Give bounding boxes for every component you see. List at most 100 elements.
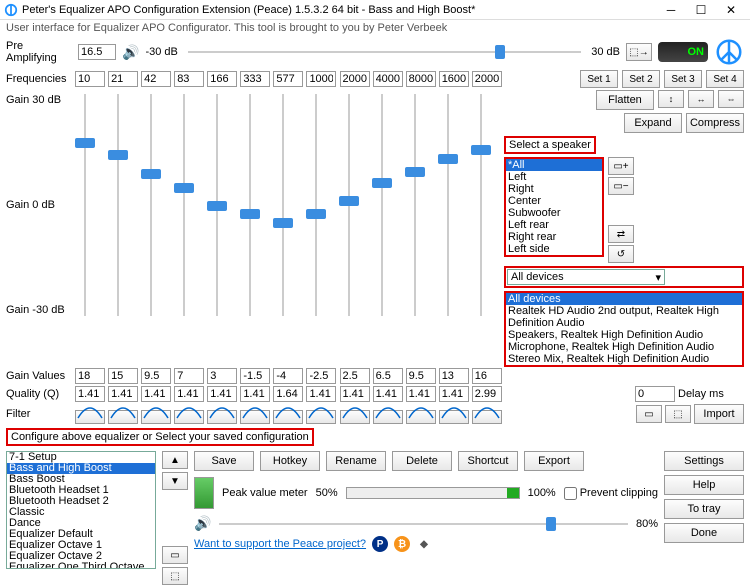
paypal-icon[interactable]: P [372,536,388,552]
filter-aux2-button[interactable]: ⬚ [665,405,691,423]
gain-input-3[interactable] [174,368,204,384]
speaker-icon[interactable]: 🔊 [122,44,139,61]
export-button[interactable]: Export [524,451,584,471]
speaker-swap-button[interactable]: ⇄ [608,225,634,243]
support-link[interactable]: Want to support the Peace project? [194,538,366,550]
eq-slider-8[interactable] [334,94,364,316]
ethereum-icon[interactable]: ◆ [416,536,432,552]
quality-input-3[interactable] [174,386,204,402]
quality-input-9[interactable] [373,386,403,402]
speaker-item[interactable]: Left rear [506,219,602,231]
shortcut-button[interactable]: Shortcut [458,451,518,471]
delete-button[interactable]: Delete [392,451,452,471]
device-dropdown[interactable]: All devices [507,269,665,285]
freq-input-0[interactable] [75,71,105,87]
device-item[interactable]: Stereo Mix, Realtek High Definition Audi… [506,353,742,365]
eq-slider-7[interactable] [301,94,331,316]
config-item[interactable]: Equalizer Default [7,529,155,540]
speaker-item[interactable]: *All [506,159,602,171]
gain-input-5[interactable] [240,368,270,384]
config-up-button[interactable]: ▲ [162,451,188,469]
eq-slider-0[interactable] [70,94,100,316]
quality-input-7[interactable] [306,386,336,402]
speaker-item[interactable]: Right rear [506,231,602,243]
minimize-button[interactable]: ─ [656,3,686,17]
rename-button[interactable]: Rename [326,451,386,471]
filter-button-4[interactable] [207,410,237,424]
vol-speaker-icon[interactable]: 🔊 [194,515,211,532]
speaker-add-button[interactable]: ▭+ [608,157,634,175]
eq-slider-4[interactable] [202,94,232,316]
flatten-button[interactable]: Flatten [596,90,654,110]
speaker-item[interactable]: Right [506,183,602,195]
quality-input-11[interactable] [439,386,469,402]
preamp-aux-button[interactable]: ⬚→ [626,43,652,61]
close-button[interactable]: ✕ [716,3,746,17]
speaker-item[interactable]: Subwoofer [506,207,602,219]
speaker-item[interactable]: Right side [506,255,602,257]
filter-button-11[interactable] [439,410,469,424]
speaker-item[interactable]: Left [506,171,602,183]
preamp-value[interactable] [78,44,116,60]
freq-input-5[interactable] [240,71,270,87]
speaker-item[interactable]: Left side [506,243,602,255]
speaker-list[interactable]: *AllLeftRightCenterSubwooferLeft rearRig… [504,157,604,257]
compress-button[interactable]: Compress [686,113,744,133]
filter-button-0[interactable] [75,410,105,424]
set1-button[interactable]: Set 1 [580,70,618,88]
freq-input-8[interactable] [340,71,370,87]
quality-input-5[interactable] [240,386,270,402]
filter-button-8[interactable] [340,410,370,424]
help-button[interactable]: Help [664,475,744,495]
speaker-reset-button[interactable]: ↺ [608,245,634,263]
shift-all-button[interactable]: ⇔ [718,90,744,108]
freq-input-4[interactable] [207,71,237,87]
quality-input-6[interactable] [273,386,303,402]
freq-input-2[interactable] [141,71,171,87]
freq-input-10[interactable] [406,71,436,87]
totray-button[interactable]: To tray [664,499,744,519]
config-aux2-button[interactable]: ⬚ [162,567,188,585]
speaker-del-button[interactable]: ▭− [608,177,634,195]
set4-button[interactable]: Set 4 [706,70,744,88]
quality-input-0[interactable] [75,386,105,402]
import-button[interactable]: Import [694,404,744,424]
config-aux1-button[interactable]: ▭ [162,546,188,564]
freq-input-7[interactable] [306,71,336,87]
config-list[interactable]: 7-1 SetupBass and High BoostBass BoostBl… [6,451,156,569]
eq-slider-2[interactable] [136,94,166,316]
filter-aux1-button[interactable]: ▭ [636,405,662,423]
gain-input-9[interactable] [373,368,403,384]
quality-input-1[interactable] [108,386,138,402]
device-item[interactable]: All devices [506,293,742,305]
quality-input-10[interactable] [406,386,436,402]
filter-button-1[interactable] [108,410,138,424]
quality-input-8[interactable] [340,386,370,402]
preamp-slider[interactable] [188,47,581,57]
gain-input-6[interactable] [273,368,303,384]
eq-slider-12[interactable] [466,94,496,316]
freq-input-11[interactable] [439,71,469,87]
device-item[interactable]: Realtek HD Audio 2nd output, Realtek Hig… [506,305,742,329]
config-item[interactable]: Equalizer One Third Octave [7,562,155,569]
eq-slider-10[interactable] [400,94,430,316]
quality-input-2[interactable] [141,386,171,402]
gain-input-0[interactable] [75,368,105,384]
device-list[interactable]: All devicesRealtek HD Audio 2nd output, … [504,291,744,367]
done-button[interactable]: Done [664,523,744,543]
save-button[interactable]: Save [194,451,254,471]
power-switch[interactable]: ON [658,42,708,62]
gain-input-1[interactable] [108,368,138,384]
config-item[interactable]: Equalizer Octave 2 [7,551,155,562]
set2-button[interactable]: Set 2 [622,70,660,88]
filter-button-5[interactable] [240,410,270,424]
config-item[interactable]: Equalizer Octave 1 [7,540,155,551]
delay-input[interactable] [635,386,675,402]
eq-slider-3[interactable] [169,94,199,316]
freq-input-3[interactable] [174,71,204,87]
gain-input-12[interactable] [472,368,502,384]
freq-input-12[interactable] [472,71,502,87]
filter-button-10[interactable] [406,410,436,424]
volume-slider[interactable] [219,519,628,529]
shift-up-button[interactable]: ↕ [658,90,684,108]
